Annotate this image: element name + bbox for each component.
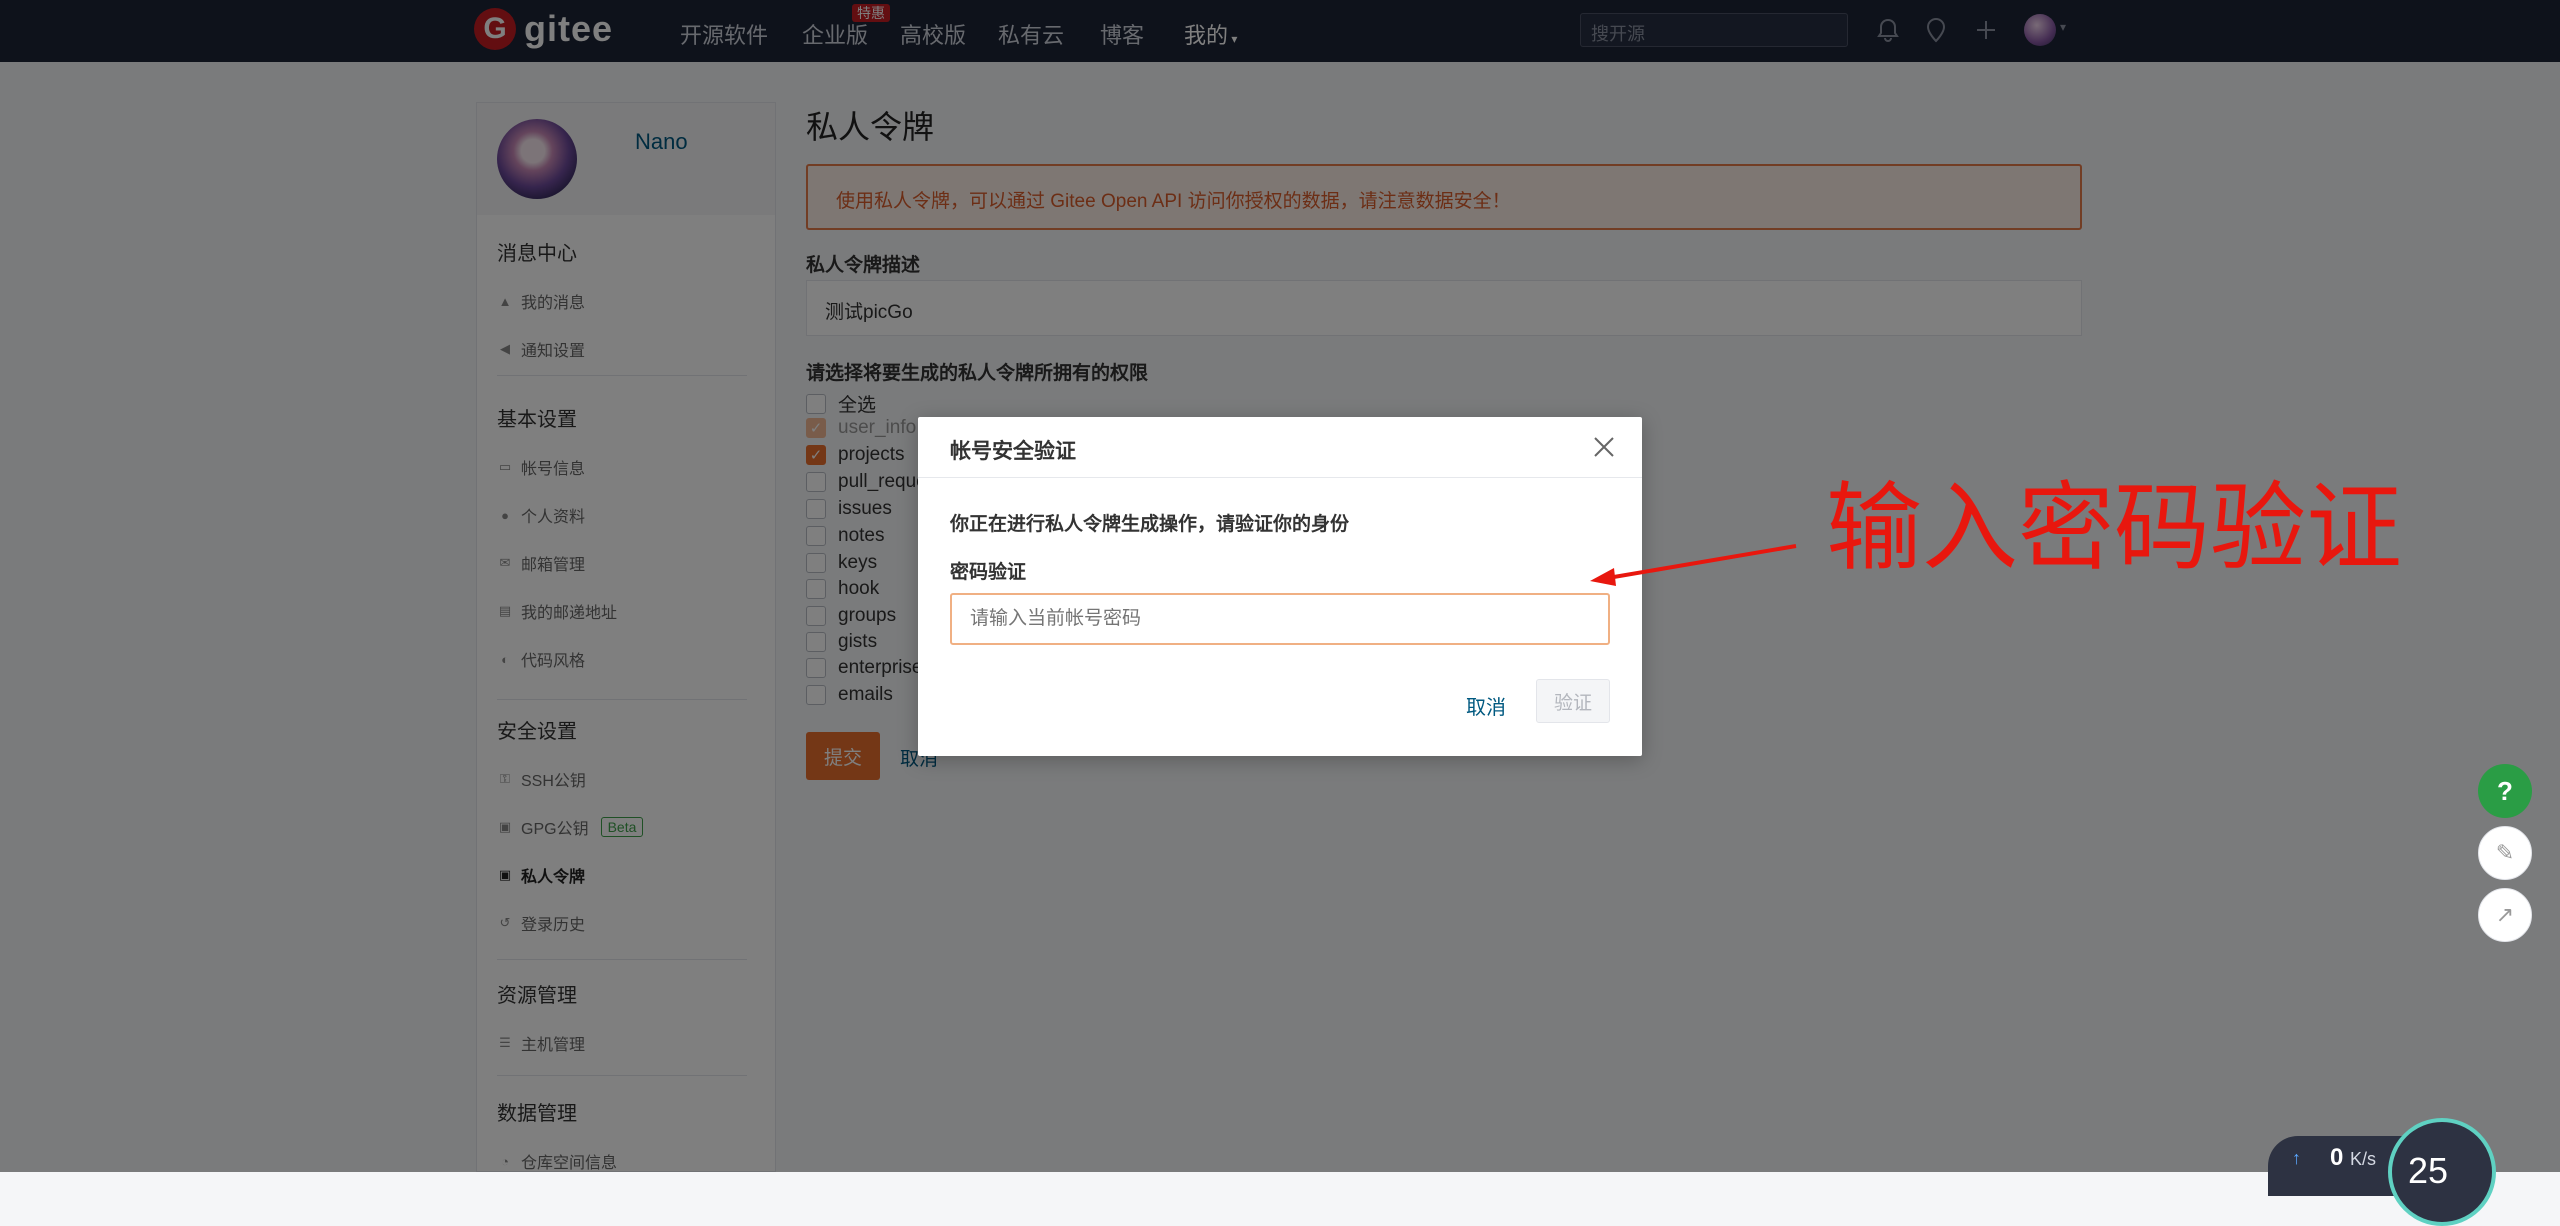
external-link-icon[interactable]: ↗ <box>2478 888 2532 942</box>
edit-icon[interactable]: ✎ <box>2478 826 2532 880</box>
dialog-title: 帐号安全验证 <box>950 440 1076 463</box>
annotation-text: 输入密码验证 <box>1826 475 2402 582</box>
dialog-message: 你正在进行私人令牌生成操作，请验证你的身份 <box>950 514 1350 535</box>
annotation-arrow <box>1590 544 1797 586</box>
security-verify-dialog: 帐号安全验证 你正在进行私人令牌生成操作，请验证你的身份 密码验证 取消 验证 <box>918 417 1642 756</box>
verify-button[interactable]: 验证 <box>1536 679 1610 723</box>
password-label: 密码验证 <box>950 562 1027 583</box>
gauge-value: 25 <box>2408 1150 2449 1191</box>
speed-value: 0 <box>2330 1144 2344 1171</box>
upload-arrow-icon: ↑ <box>2292 1148 2301 1168</box>
dialog-cancel-button[interactable]: 取消 <box>1466 691 1506 720</box>
dialog-header: 帐号安全验证 <box>918 417 1642 478</box>
help-button[interactable]: ? <box>2478 764 2532 818</box>
password-input[interactable] <box>950 593 1610 645</box>
speed-unit: K/s <box>2350 1149 2377 1169</box>
close-icon[interactable] <box>1586 429 1622 465</box>
